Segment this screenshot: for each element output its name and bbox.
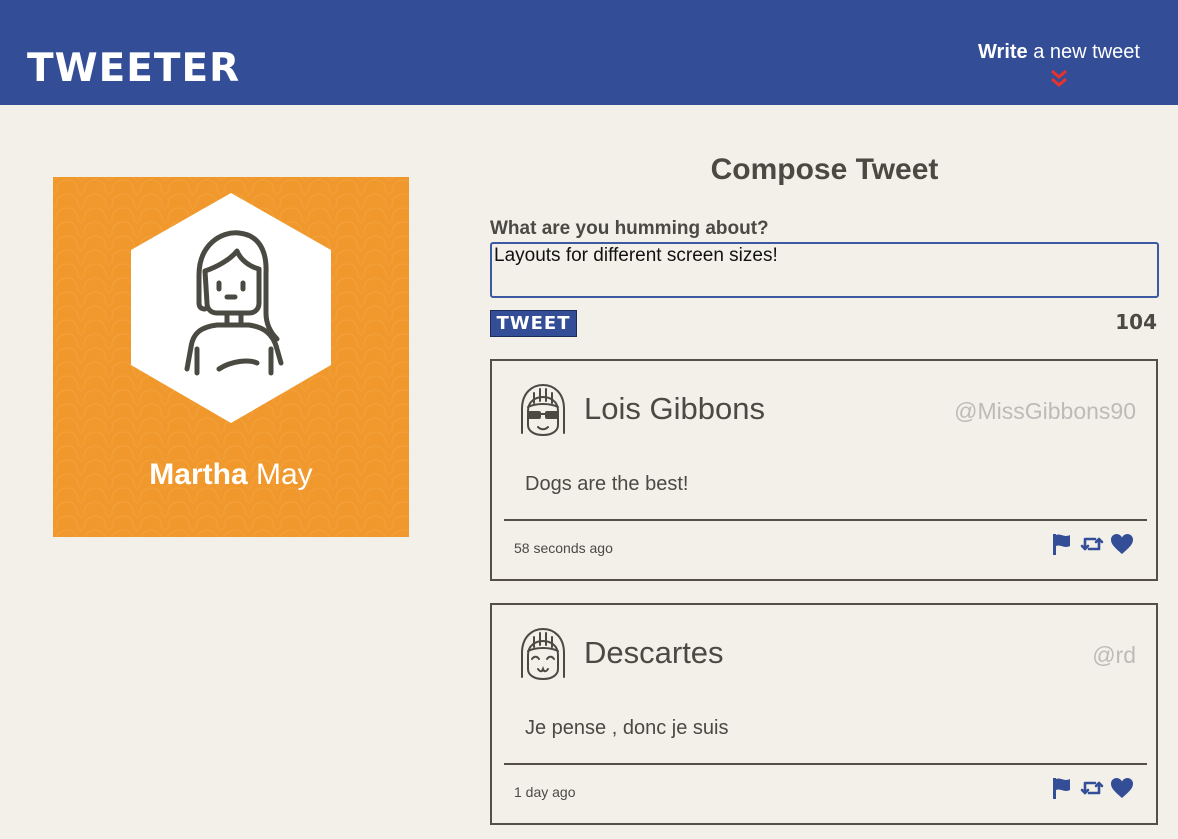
flag-icon[interactable] [1050, 533, 1074, 555]
profile-last-name: May [256, 458, 313, 491]
avatar-glasses-icon [521, 383, 565, 437]
tweet-button[interactable]: TWEET [490, 310, 577, 337]
tweet-actions [1050, 777, 1134, 799]
double-chevron-down-icon [1051, 69, 1067, 87]
tweet-text: Je pense , donc je suis [525, 717, 729, 739]
heart-icon[interactable] [1110, 533, 1134, 555]
tweet-text: Dogs are the best! [525, 473, 689, 495]
profile-avatar [131, 193, 331, 423]
heart-icon[interactable] [1110, 777, 1134, 799]
compose-label: What are you humming about? [490, 218, 769, 239]
profile-first-name: Martha [149, 458, 248, 491]
tweet-card: Lois Gibbons @MissGibbons90 Dogs are the… [490, 359, 1158, 581]
tweet-author-name: Lois Gibbons [584, 391, 765, 426]
retweet-icon[interactable] [1080, 777, 1104, 799]
flag-icon[interactable] [1050, 777, 1074, 799]
tweet-timestamp: 1 day ago [514, 784, 576, 800]
write-tweet-toggle[interactable]: Write a new tweet [974, 40, 1144, 92]
avatar-smiling-icon [521, 627, 565, 681]
tweet-author-name: Descartes [584, 635, 724, 670]
new-tweet-label: a new tweet [1027, 41, 1140, 63]
tweet-divider [504, 519, 1147, 521]
write-label: Write [978, 41, 1028, 63]
tweet-textarea[interactable]: Layouts for different screen sizes! [490, 242, 1159, 298]
top-nav: TWEETER Write a new tweet [0, 0, 1178, 105]
tweet-author-handle: @rd [1092, 642, 1136, 668]
app-logo: TWEETER [27, 46, 241, 91]
profile-name: Martha May [53, 457, 409, 493]
retweet-icon[interactable] [1080, 533, 1104, 555]
character-counter: 104 [1115, 310, 1157, 334]
tweet-card: Descartes @rd Je pense , donc je suis 1 … [490, 603, 1158, 825]
tweet-actions [1050, 533, 1134, 555]
tweet-divider [504, 763, 1147, 765]
profile-card: Martha May [53, 177, 409, 537]
tweet-timestamp: 58 seconds ago [514, 540, 613, 556]
compose-title: Compose Tweet [710, 153, 939, 186]
tweet-author-handle: @MissGibbons90 [954, 398, 1136, 424]
